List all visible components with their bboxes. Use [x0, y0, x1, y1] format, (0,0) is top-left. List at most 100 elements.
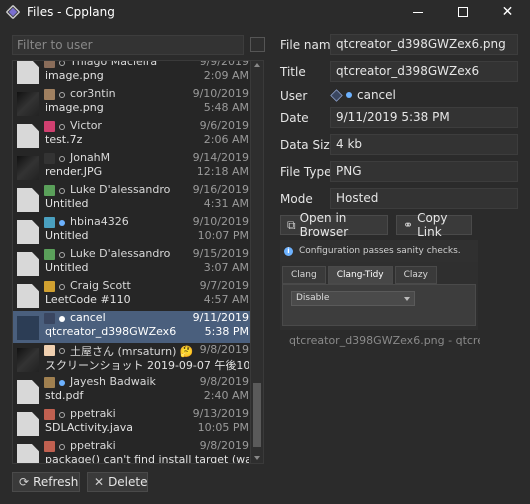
online-status-icon [346, 92, 352, 98]
upload-date: 9/10/2019 [192, 87, 249, 100]
upload-date: 9/15/2019 [192, 247, 249, 260]
file-name: スクリーンショット 2019-09-07 午後10.25.16.p [45, 359, 249, 372]
preview-info-bar: i Configuration passes sanity checks. [280, 240, 478, 262]
link-icon: ⚭ [403, 218, 414, 232]
preview-select: Disable [291, 291, 415, 306]
date-field[interactable]: 9/11/2019 5:38 PM [330, 107, 518, 128]
list-scrollbar[interactable] [250, 61, 263, 463]
preview-tab-clang: Clang [282, 266, 326, 284]
user-avatar [44, 441, 55, 452]
app-logo-icon [5, 4, 21, 20]
upload-time: 12:18 AM [196, 165, 249, 178]
upload-date: 9/9/2019 [199, 60, 249, 68]
minimize-button[interactable] [395, 0, 440, 24]
upload-time: 10:05 PM [197, 421, 249, 434]
user-name: ppetraki [70, 407, 116, 420]
file-list-item[interactable]: hbina4326 Untitled 9/10/2019 10:07 PM [13, 215, 251, 247]
open-in-browser-label: Open in Browser [299, 211, 349, 239]
upload-time: 4:57 AM [203, 293, 249, 306]
user-avatar [44, 409, 55, 420]
file-list[interactable]: Thiago Macieira image.png 9/9/2019 2:09 AM c… [12, 60, 264, 464]
user-avatar [44, 377, 55, 388]
file-list-item[interactable]: Thiago Macieira image.png 9/9/2019 2:09 AM [13, 60, 251, 87]
scrollbar-thumb[interactable] [253, 383, 261, 447]
preview-caption-text: qtcreator_d398GWZex6.png - qtcre [289, 334, 480, 347]
scroll-down-icon[interactable] [254, 456, 260, 460]
user-name: Luke D'alessandro [70, 183, 171, 196]
refresh-label: Refresh [33, 475, 79, 489]
file-icon [17, 444, 39, 463]
preview-panel: Disable [282, 284, 476, 326]
delete-button[interactable]: ✕ Delete [87, 472, 148, 492]
file-list-item[interactable]: ppetraki package() can't find install tar… [13, 439, 251, 464]
type-field[interactable]: PNG [330, 161, 518, 182]
mode-label: Mode [280, 192, 313, 206]
file-list-item[interactable]: 土屋さん (mrsaturn) 🤔 スクリーンショット 2019-09-07 午後… [13, 343, 251, 375]
file-list-item[interactable]: Luke D'alessandro Untitled 9/16/2019 4:31 A… [13, 183, 251, 215]
upload-date: 9/14/2019 [192, 151, 249, 164]
upload-time: 3:07 AM [203, 261, 249, 274]
filter-checkbox[interactable] [250, 37, 265, 52]
user-value[interactable]: cancel [330, 88, 396, 102]
file-icon [17, 220, 39, 244]
open-in-browser-button[interactable]: ⧉ Open in Browser [280, 211, 388, 239]
user-name: Thiago Macieira [70, 60, 158, 68]
upload-time: 2:40 AM [203, 389, 249, 402]
user-label: User [280, 89, 308, 103]
preview-info-text: Configuration passes sanity checks. [299, 246, 461, 256]
preview-tab-clazy: Clazy [394, 266, 437, 284]
image-preview[interactable]: i Configuration passes sanity checks. Cl… [280, 240, 478, 330]
file-list-item[interactable]: Luke D'alessandro Untitled 9/15/2019 3:07 A… [13, 247, 251, 279]
title-field[interactable]: qtcreator_d398GWZex6 [330, 61, 518, 82]
copy-link-button[interactable]: ⚭ Copy Link [396, 211, 472, 239]
file-name: package() can't find install target (was… [45, 453, 249, 464]
preview-caption: qtcreator_d398GWZex6.png - qtcre [284, 334, 480, 347]
filter-user-input[interactable]: Filter to user [12, 35, 244, 55]
file-list-item[interactable]: ppetraki SDLActivity.java 9/13/2019 10:05 P… [13, 407, 251, 439]
upload-date: 9/6/2019 [199, 119, 249, 132]
user-name: cancel [357, 88, 396, 102]
copy-link-label: Copy Link [417, 211, 448, 239]
file-name-field[interactable]: qtcreator_d398GWZex6.png [330, 34, 518, 55]
user-name: cor3ntin [70, 87, 116, 100]
title-label: Title [280, 65, 306, 79]
online-status-icon [59, 92, 65, 98]
type-label: File Type [280, 165, 332, 179]
file-list-item[interactable]: Craig Scott LeetCode #110 9/7/2019 4:57 AM [13, 279, 251, 311]
online-status-icon [59, 380, 65, 386]
upload-date: 9/11/2019 [192, 311, 249, 324]
close-button[interactable]: ✕ [485, 0, 530, 24]
file-list-item[interactable]: Jayesh Badwaik std.pdf 9/8/2019 2:40 AM [13, 375, 251, 407]
user-name: ppetraki [70, 439, 116, 452]
online-status-icon [59, 61, 65, 66]
user-avatar [44, 121, 55, 132]
user-avatar [44, 89, 55, 100]
file-icon [17, 124, 39, 148]
online-status-icon [59, 348, 65, 354]
user-name: Jayesh Badwaik [70, 375, 156, 388]
external-link-icon: ⧉ [287, 217, 296, 232]
user-name: JonahM [70, 151, 111, 164]
upload-date: 9/8/2019 [199, 343, 249, 356]
file-list-item[interactable]: cor3ntin image.png 9/10/2019 5:48 AM [13, 87, 251, 119]
refresh-button[interactable]: ⟳ Refresh [12, 472, 80, 492]
maximize-button[interactable] [440, 0, 485, 24]
user-name: hbina4326 [70, 215, 129, 228]
date-label: Date [280, 111, 309, 125]
user-avatar [44, 249, 55, 260]
file-list-item[interactable]: JonahM render.JPG 9/14/2019 12:18 AM [13, 151, 251, 183]
user-name: Luke D'alessandro [70, 247, 171, 260]
online-status-icon [59, 156, 65, 162]
user-avatar [44, 313, 55, 324]
size-field[interactable]: 4 kb [330, 134, 518, 155]
user-avatar [44, 61, 55, 68]
scroll-up-icon[interactable] [254, 63, 260, 67]
image-thumbnail [17, 156, 39, 180]
online-status-icon [59, 188, 65, 194]
file-list-item[interactable]: Victor test.7z 9/6/2019 2:06 AM [13, 119, 251, 151]
file-list-item[interactable]: cancel qtcreator_d398GWZex6 9/11/2019 5:38 … [13, 311, 251, 343]
mode-field[interactable]: Hosted [330, 188, 518, 209]
user-name: Victor [70, 119, 102, 132]
online-status-icon [59, 252, 65, 258]
user-avatar [44, 345, 55, 356]
